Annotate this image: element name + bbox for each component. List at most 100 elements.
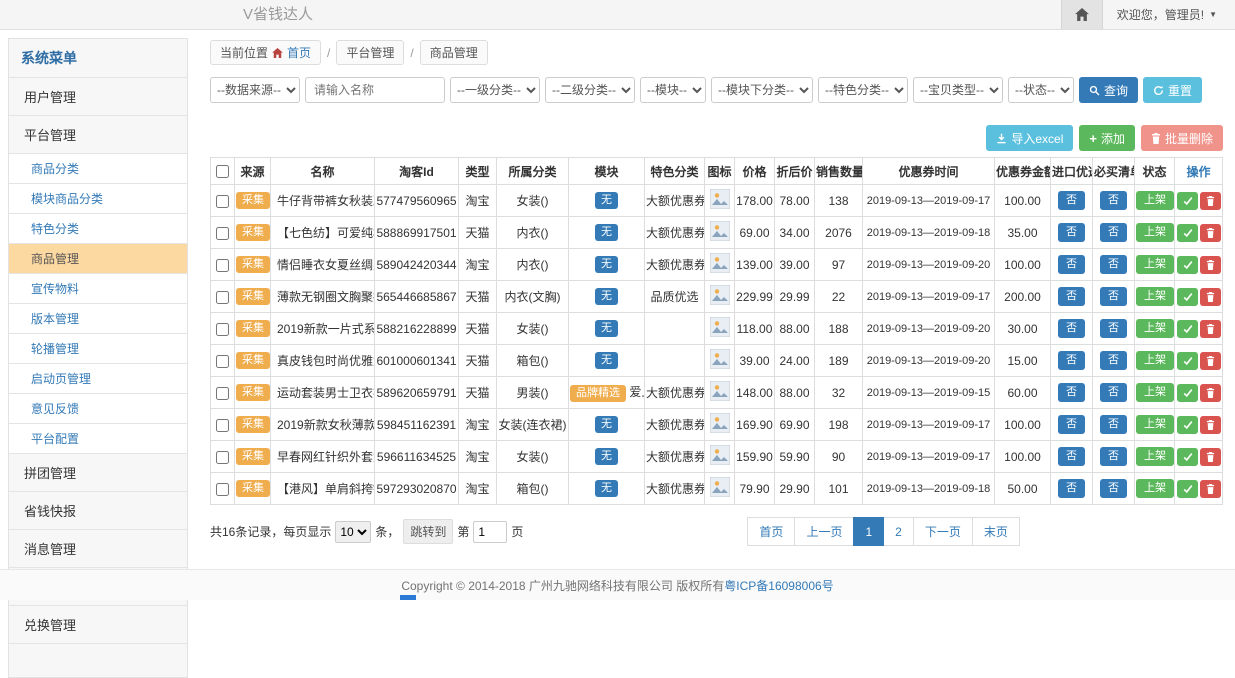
select-all-checkbox[interactable] [216,165,229,178]
edit-button[interactable] [1177,256,1198,274]
must-buy-toggle[interactable]: 否 [1100,191,1127,209]
status-button[interactable]: 上架 [1136,479,1174,497]
import-select-toggle[interactable]: 否 [1058,447,1085,465]
filter-select[interactable]: --模块下分类-- [711,77,813,103]
sidebar-item[interactable]: 轮播管理 [9,333,187,363]
import-select-toggle[interactable]: 否 [1058,351,1085,369]
edit-button[interactable] [1177,288,1198,306]
sidebar-item[interactable]: 商品管理 [9,243,187,273]
filter-select[interactable]: --宝贝类型-- [913,77,1003,103]
import-select-toggle[interactable]: 否 [1058,383,1085,401]
reset-button[interactable]: 重置 [1143,77,1202,103]
search-button[interactable]: 查询 [1079,77,1138,103]
icp-link[interactable]: 粤ICP备16098006号 [724,577,833,594]
status-button[interactable]: 上架 [1136,351,1174,369]
delete-button[interactable] [1200,448,1221,466]
sidebar-item[interactable] [9,643,187,677]
edit-button[interactable] [1177,352,1198,370]
topbar-home-button[interactable] [1061,0,1103,29]
status-button[interactable]: 上架 [1136,255,1174,273]
filter-select[interactable]: --状态-- [1008,77,1074,103]
status-button[interactable]: 上架 [1136,223,1174,241]
page-button[interactable]: 2 [883,517,914,546]
user-menu[interactable]: 欢迎您，管理员! ▼ [1103,0,1235,29]
filter-select[interactable]: --二级分类-- [545,77,635,103]
must-buy-toggle[interactable]: 否 [1100,383,1127,401]
must-buy-toggle[interactable]: 否 [1100,415,1127,433]
delete-button[interactable] [1200,416,1221,434]
import-select-toggle[interactable]: 否 [1058,255,1085,273]
import-excel-button[interactable]: 导入excel [986,125,1073,151]
delete-button[interactable] [1200,320,1221,338]
import-select-toggle[interactable]: 否 [1058,415,1085,433]
page-button[interactable]: 首页 [747,517,795,546]
sidebar-item[interactable]: 用户管理 [9,77,187,115]
batch-delete-button[interactable]: 批量删除 [1141,125,1223,151]
filter-select[interactable]: --模块-- [640,77,706,103]
import-select-toggle[interactable]: 否 [1058,191,1085,209]
edit-button[interactable] [1177,320,1198,338]
row-checkbox[interactable] [216,195,229,208]
name-search-input[interactable] [305,77,445,103]
import-select-toggle[interactable]: 否 [1058,479,1085,497]
must-buy-toggle[interactable]: 否 [1100,447,1127,465]
status-button[interactable]: 上架 [1136,447,1174,465]
page-button[interactable]: 下一页 [913,517,973,546]
jump-button[interactable]: 跳转到 [403,519,453,544]
sidebar-item[interactable]: 兑换管理 [9,605,187,643]
must-buy-toggle[interactable]: 否 [1100,255,1127,273]
sidebar-item[interactable]: 平台管理 [9,115,187,153]
sidebar-item[interactable]: 特色分类 [9,213,187,243]
row-checkbox[interactable] [216,259,229,272]
must-buy-toggle[interactable]: 否 [1100,319,1127,337]
delete-button[interactable] [1200,480,1221,498]
row-checkbox[interactable] [216,419,229,432]
must-buy-toggle[interactable]: 否 [1100,223,1127,241]
status-button[interactable]: 上架 [1136,383,1174,401]
sidebar-item[interactable]: 拼团管理 [9,453,187,491]
status-button[interactable]: 上架 [1136,415,1174,433]
edit-button[interactable] [1177,448,1198,466]
delete-button[interactable] [1200,288,1221,306]
breadcrumb-home-link[interactable]: 首页 [287,44,311,61]
row-checkbox[interactable] [216,451,229,464]
edit-button[interactable] [1177,416,1198,434]
edit-button[interactable] [1177,480,1198,498]
delete-button[interactable] [1200,256,1221,274]
sidebar-item[interactable]: 消息管理 [9,529,187,567]
delete-button[interactable] [1200,384,1221,402]
sidebar-item[interactable]: 商品分类 [9,153,187,183]
must-buy-toggle[interactable]: 否 [1100,287,1127,305]
sidebar-item[interactable]: 平台配置 [9,423,187,453]
row-checkbox[interactable] [216,323,229,336]
delete-button[interactable] [1200,192,1221,210]
row-checkbox[interactable] [216,227,229,240]
row-checkbox[interactable] [216,291,229,304]
must-buy-toggle[interactable]: 否 [1100,351,1127,369]
row-checkbox[interactable] [216,483,229,496]
status-button[interactable]: 上架 [1136,191,1174,209]
row-checkbox[interactable] [216,355,229,368]
edit-button[interactable] [1177,224,1198,242]
sidebar-item[interactable]: 宣传物料 [9,273,187,303]
sidebar-item[interactable]: 启动页管理 [9,363,187,393]
sidebar-item[interactable]: 版本管理 [9,303,187,333]
must-buy-toggle[interactable]: 否 [1100,479,1127,497]
page-button[interactable]: 上一页 [794,517,854,546]
data-source-select[interactable]: --数据来源-- [210,77,300,103]
row-checkbox[interactable] [216,387,229,400]
jump-page-input[interactable] [473,521,507,543]
sidebar-item[interactable]: 省钱快报 [9,491,187,529]
add-button[interactable]: + 添加 [1079,125,1135,151]
import-select-toggle[interactable]: 否 [1058,287,1085,305]
import-select-toggle[interactable]: 否 [1058,319,1085,337]
sidebar-item[interactable]: 意见反馈 [9,393,187,423]
page-button-current[interactable]: 1 [853,517,884,546]
status-button[interactable]: 上架 [1136,287,1174,305]
filter-select[interactable]: --特色分类-- [818,77,908,103]
filter-select[interactable]: --一级分类-- [450,77,540,103]
edit-button[interactable] [1177,192,1198,210]
status-button[interactable]: 上架 [1136,319,1174,337]
import-select-toggle[interactable]: 否 [1058,223,1085,241]
delete-button[interactable] [1200,352,1221,370]
